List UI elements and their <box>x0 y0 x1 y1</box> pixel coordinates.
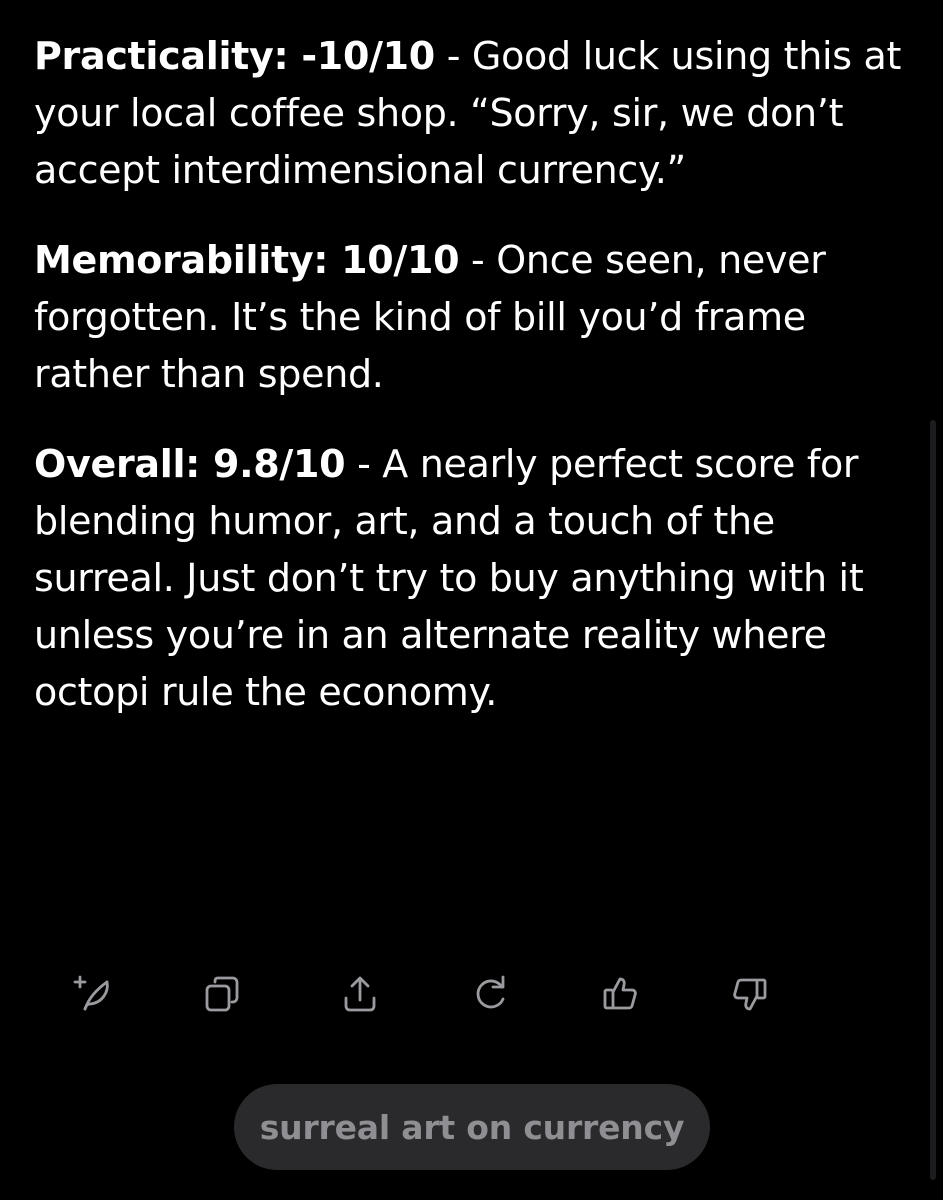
suggestion-chip[interactable]: surreal art on currency <box>234 1084 710 1170</box>
rating-paragraph-overall: Overall: 9.8/10 - A nearly perfect score… <box>34 436 914 721</box>
thumbs-down-button[interactable] <box>722 966 778 1022</box>
rating-paragraph-practicality: Practicality: -10/10 - Good luck using t… <box>34 28 914 199</box>
edit-sparkle-button[interactable] <box>66 966 122 1022</box>
share-button[interactable] <box>332 966 388 1022</box>
thumbs-up-button[interactable] <box>592 966 648 1022</box>
rating-label: Overall: 9.8/10 <box>34 442 346 486</box>
regenerate-button[interactable] <box>462 966 518 1022</box>
rating-paragraph-memorability: Memorability: 10/10 - Once seen, never f… <box>34 232 914 403</box>
share-icon <box>344 976 376 1012</box>
assistant-message: Practicality: -10/10 - Good luck using t… <box>34 28 914 754</box>
rating-label: Memorability: 10/10 <box>34 238 460 282</box>
rating-label: Practicality: -10/10 <box>34 34 435 78</box>
thumbs-down-icon <box>733 978 767 1011</box>
thumbs-up-icon <box>603 977 637 1010</box>
scrollbar-track[interactable] <box>930 420 936 1180</box>
regenerate-icon <box>476 975 505 1009</box>
message-actions-bar <box>66 966 786 1022</box>
copy-icon <box>205 976 239 1012</box>
edit-sparkle-icon <box>73 975 109 1011</box>
copy-button[interactable] <box>194 966 250 1022</box>
